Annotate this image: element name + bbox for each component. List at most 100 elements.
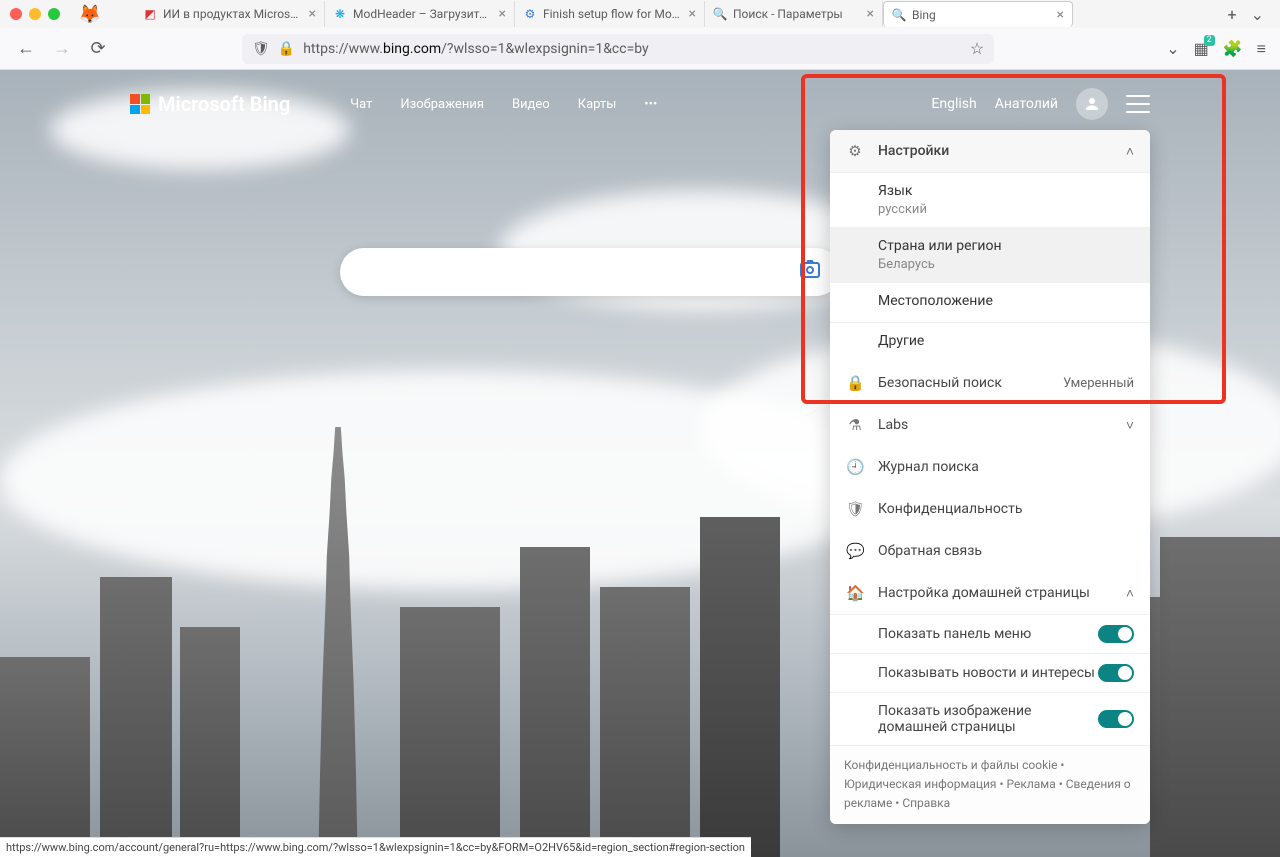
bing-logo[interactable]: Microsoft Bing (130, 92, 290, 116)
tab-title: ModHeader – Загрузите эт (353, 7, 493, 21)
language-switch-link[interactable]: English (931, 96, 976, 112)
tab-favicon-icon: ❋ (333, 7, 347, 21)
tab-favicon-icon: ⚙ (523, 7, 537, 21)
bookmark-star-icon[interactable]: ☆ (970, 39, 984, 58)
shield-icon: 🛡 (846, 500, 864, 518)
list-tabs-button[interactable]: ⌄ (1251, 5, 1264, 24)
nav-video[interactable]: Видео (512, 97, 550, 112)
toggle-menubar-label: Показать панель меню (878, 626, 1098, 642)
extension-badge-count: 2 (1204, 35, 1215, 46)
url-security-icons: 🛡 🔒 (252, 41, 295, 57)
browser-tab[interactable]: ◩ ИИ в продуктах Microsoft: × (135, 1, 325, 27)
tab-actions: + ⌄ (1228, 5, 1270, 24)
tab-title: Поиск - Параметры (733, 7, 861, 21)
settings-privacy-row[interactable]: 🛡 Конфиденциальность (830, 488, 1150, 530)
tab-close-icon[interactable]: × (1057, 7, 1064, 23)
settings-history-row[interactable]: 🕘 Журнал поиска (830, 446, 1150, 488)
url-bar[interactable]: 🛡 🔒 https://www.bing.com/?wlsso=1&wlexps… (242, 34, 994, 64)
settings-feedback-row[interactable]: 💬 Обратная связь (830, 530, 1150, 572)
toggle-homepageimg-label: Показать изображение домашней страницы (878, 703, 1098, 735)
tab-title: Bing (912, 8, 1051, 22)
tab-close-icon[interactable]: × (867, 6, 874, 22)
settings-language-value: русский (878, 202, 1134, 217)
user-name[interactable]: Анатолий (995, 96, 1058, 112)
settings-region-row[interactable]: Страна или регион Беларусь (830, 227, 1150, 282)
settings-language-label: Язык (878, 183, 1134, 199)
search-box[interactable] (340, 248, 840, 296)
settings-location-label: Местоположение (878, 293, 1134, 309)
settings-labs-row[interactable]: ⚗ Labs ˅ (830, 404, 1150, 446)
settings-toggle-menubar-row[interactable]: Показать панель меню (830, 614, 1150, 653)
flask-icon: ⚗ (846, 416, 864, 434)
back-button[interactable]: ← (14, 37, 38, 61)
browser-tabs-bar: 🦊 ◩ ИИ в продуктах Microsoft: × ❋ ModHea… (80, 0, 1270, 28)
toggle-homepageimg-switch[interactable] (1098, 710, 1134, 728)
toggle-news-switch[interactable] (1098, 664, 1134, 682)
settings-others-label: Другие (878, 333, 1134, 349)
maximize-window-button[interactable] (48, 8, 60, 20)
chevron-down-icon: ˅ (1126, 417, 1134, 434)
settings-safesearch-row[interactable]: 🔒 Безопасный поиск Умеренный (830, 362, 1150, 404)
forward-button[interactable]: → (50, 37, 74, 61)
search-input[interactable] (358, 263, 798, 282)
home-icon: 🏠 (846, 584, 864, 602)
bing-primary-nav: Чат Изображения Видео Карты ••• (350, 97, 657, 112)
settings-others-row[interactable]: Другие (830, 322, 1150, 362)
address-bar: ← → ⟳ 🛡 🔒 https://www.bing.com/?wlsso=1&… (0, 28, 1280, 70)
settings-safesearch-value: Умеренный (1063, 376, 1134, 391)
settings-footer-links[interactable]: Конфиденциальность и файлы cookie • Юрид… (830, 745, 1150, 824)
pocket-icon[interactable]: ⌄ (1166, 39, 1179, 58)
tab-favicon-icon: 🔍 (713, 7, 727, 21)
settings-header-label: Настройки (878, 143, 1112, 159)
settings-location-row[interactable]: Местоположение (830, 282, 1150, 322)
extensions-icon[interactable]: 🧩 (1223, 39, 1243, 58)
page-content: Microsoft Bing Чат Изображения Видео Кар… (0, 70, 1280, 857)
new-tab-button[interactable]: + (1228, 5, 1237, 24)
settings-toggle-homepageimg-row[interactable]: Показать изображение домашней страницы (830, 692, 1150, 745)
user-avatar[interactable] (1076, 88, 1108, 120)
tab-favicon-icon: ◩ (143, 7, 157, 21)
gear-icon: ⚙ (846, 142, 864, 160)
tab-close-icon[interactable]: × (689, 6, 696, 22)
settings-toggle-news-row[interactable]: Показывать новости и интересы (830, 653, 1150, 692)
settings-language-row[interactable]: Язык русский (830, 172, 1150, 227)
nav-more[interactable]: ••• (644, 97, 657, 112)
lock-icon: 🔒 (846, 374, 864, 392)
tab-title: ИИ в продуктах Microsoft: (163, 7, 303, 21)
settings-region-value: Беларусь (878, 257, 1134, 272)
chat-icon: 💬 (846, 542, 864, 560)
extension-modheader-icon[interactable]: ▦2 (1194, 39, 1209, 58)
settings-header-row[interactable]: ⚙ Настройки ˄ (830, 130, 1150, 172)
visual-search-icon[interactable] (798, 257, 822, 287)
browser-tab[interactable]: 🔍 Поиск - Параметры × (705, 1, 883, 27)
tab-close-icon[interactable]: × (309, 6, 316, 22)
chevron-up-icon: ˄ (1126, 585, 1134, 602)
browser-tab[interactable]: ❋ ModHeader – Загрузите эт × (325, 1, 515, 27)
microsoft-logo-icon (130, 94, 150, 114)
url-domain: bing.com (383, 41, 441, 57)
browser-tab[interactable]: ⚙ Finish setup flow for ModH × (515, 1, 705, 27)
settings-homepage-label: Настройка домашней страницы (878, 585, 1112, 601)
browser-status-bar: https://www.bing.com/account/general?ru=… (0, 837, 751, 857)
reload-button[interactable]: ⟳ (86, 37, 110, 61)
settings-region-label: Страна или регион (878, 238, 1134, 254)
minimize-window-button[interactable] (29, 8, 41, 20)
toggle-news-label: Показывать новости и интересы (878, 665, 1098, 681)
tab-title: Finish setup flow for ModH (543, 7, 683, 21)
nav-images[interactable]: Изображения (400, 97, 484, 112)
lock-icon[interactable]: 🔒 (278, 41, 295, 57)
toggle-menubar-switch[interactable] (1098, 625, 1134, 643)
url-suffix: /?wlsso=1&wlexpsignin=1&cc=by (441, 41, 649, 57)
tab-close-icon[interactable]: × (499, 6, 506, 22)
browser-tab-active[interactable]: 🔍 Bing × (883, 1, 1073, 27)
close-window-button[interactable] (10, 8, 22, 20)
nav-maps[interactable]: Карты (578, 97, 617, 112)
settings-homepage-row[interactable]: 🏠 Настройка домашней страницы ˄ (830, 572, 1150, 614)
shield-icon[interactable]: 🛡 (252, 41, 270, 57)
hamburger-menu-button[interactable] (1126, 95, 1150, 113)
nav-chat[interactable]: Чат (350, 97, 372, 112)
app-menu-icon[interactable]: ≡ (1257, 39, 1266, 59)
settings-safesearch-label: Безопасный поиск (878, 375, 1049, 391)
bing-header: Microsoft Bing Чат Изображения Видео Кар… (130, 84, 1150, 124)
firefox-icon: 🦊 (80, 4, 100, 24)
